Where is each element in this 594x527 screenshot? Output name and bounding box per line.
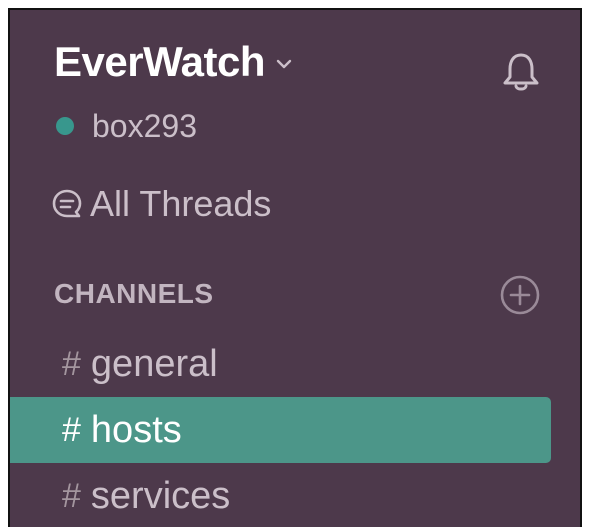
workspace-name: EverWatch: [54, 38, 266, 85]
channel-item-services[interactable]: # services: [10, 463, 551, 527]
chevron-down-icon: [275, 57, 293, 75]
user-name: box293: [92, 108, 197, 144]
presence-indicator: [56, 117, 74, 135]
workspace-switcher[interactable]: EverWatch: [54, 38, 293, 86]
channel-hash-icon: #: [62, 477, 81, 515]
all-threads-label: All Threads: [90, 183, 272, 224]
current-user[interactable]: box293: [56, 106, 197, 146]
channels-header[interactable]: CHANNELS: [54, 276, 214, 312]
channel-name: hosts: [90, 409, 182, 451]
channel-hash-icon: #: [62, 411, 81, 449]
sidebar: EverWatch box293 All Threads CHANNELS # …: [8, 8, 582, 527]
add-circle-icon[interactable]: [498, 273, 542, 322]
channel-hash-icon: #: [62, 345, 81, 383]
channel-item-general[interactable]: # general: [10, 331, 551, 397]
channel-item-hosts[interactable]: # hosts: [10, 397, 551, 463]
threads-icon: [50, 187, 84, 226]
channel-name: general: [90, 343, 218, 385]
channel-name: services: [90, 475, 231, 517]
all-threads-link[interactable]: All Threads: [50, 182, 271, 226]
bell-icon[interactable]: [501, 50, 541, 99]
